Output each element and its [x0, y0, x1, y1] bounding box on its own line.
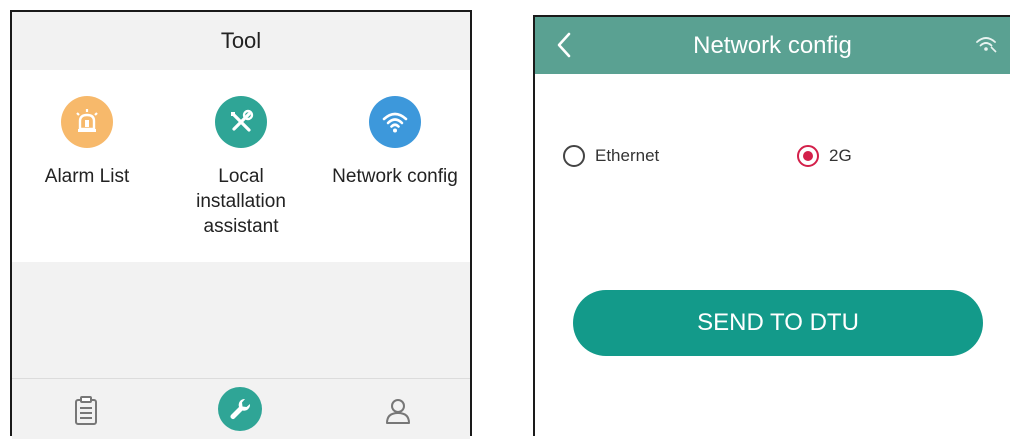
tool-network-config[interactable]: Network config — [320, 70, 470, 189]
chevron-left-icon — [557, 32, 571, 58]
clipboard-icon — [75, 396, 97, 425]
user-icon — [386, 399, 410, 424]
page-title: Network config — [693, 31, 852, 59]
alarm-light-icon — [61, 96, 113, 148]
bottom-nav — [12, 378, 470, 439]
radio-button[interactable] — [563, 145, 585, 167]
radio-2g[interactable]: 2G — [797, 145, 852, 167]
tool-label: Alarm List — [44, 166, 130, 187]
tool-label: Network config — [332, 166, 458, 187]
radio-button-selected[interactable] — [797, 145, 819, 167]
send-to-dtu-button[interactable]: SEND TO DTU — [573, 290, 983, 356]
tool-screen: Tool Alarm List Local installation assis… — [10, 10, 472, 439]
tool-label: Local installation assistant — [196, 166, 286, 237]
nav-user[interactable] — [376, 389, 420, 433]
network-config-header: Network config — [535, 17, 1010, 74]
wrench-icon — [230, 398, 251, 419]
wifi-icon — [369, 96, 421, 148]
tool-local-installation-assistant[interactable]: Local installation assistant — [166, 70, 316, 239]
wifi-status-icon — [974, 33, 998, 55]
tool-alarm-list[interactable]: Alarm List — [12, 70, 162, 189]
radio-ethernet[interactable]: Ethernet — [563, 145, 659, 167]
radio-label: 2G — [829, 146, 852, 165]
nav-clipboard[interactable] — [64, 389, 108, 433]
radio-label: Ethernet — [595, 146, 660, 165]
nav-tools[interactable] — [218, 387, 262, 431]
tool-header: Tool — [12, 12, 470, 70]
page-title: Tool — [220, 28, 262, 53]
network-config-screen: Network config Ethernet 2G SEND TO DTU — [533, 15, 1010, 436]
tool-grid: Alarm List Local installation assistant — [12, 70, 470, 262]
tools-icon — [215, 96, 267, 148]
back-button[interactable] — [547, 27, 581, 63]
